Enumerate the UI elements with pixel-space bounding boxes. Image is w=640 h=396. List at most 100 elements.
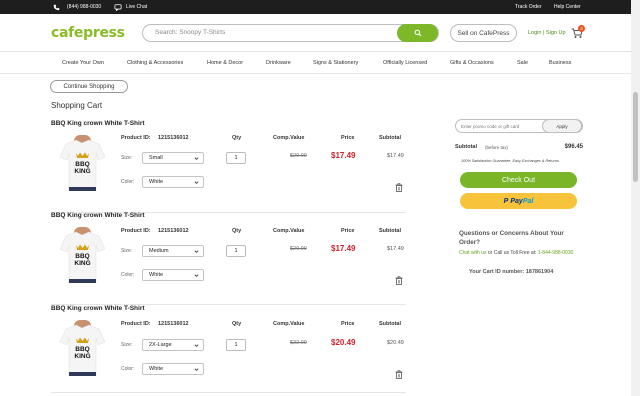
sell-on-cafepress-button[interactable]: Sell on CafePress: [450, 24, 517, 42]
item-title[interactable]: BBQ King crown White T-Shirt: [51, 212, 145, 219]
nav-item-business[interactable]: Business: [549, 60, 571, 66]
apply-button[interactable]: Apply: [542, 119, 582, 133]
svg-text:BBQ: BBQ: [75, 253, 89, 260]
comp-value-header: Comp.Value: [273, 228, 305, 234]
price-header: Price: [341, 228, 355, 234]
product-id-label: Product ID:: [121, 321, 151, 327]
chevron-down-icon: [194, 249, 199, 256]
toll-free-link[interactable]: 1-844-988-0030: [538, 250, 574, 256]
cart-item: BBQ King crown White T-Shirt BBQ KING Pr…: [51, 212, 406, 305]
nav-item-gifts-occasions[interactable]: Gifts & Occasions: [450, 60, 494, 66]
comp-value-header: Comp.Value: [273, 321, 305, 327]
search-button[interactable]: [397, 24, 438, 42]
color-label: Color:: [121, 179, 135, 185]
chevron-down-icon: [194, 180, 199, 187]
size-select[interactable]: Medium: [142, 245, 204, 257]
size-value: 2X-Large: [149, 342, 172, 348]
chat-with-us-link[interactable]: Chat with us: [459, 250, 487, 256]
size-select[interactable]: Small: [142, 152, 204, 164]
contact-text: Chat with us or Call us Toll Free at: 1-…: [459, 250, 579, 257]
product-image[interactable]: BBQ KING: [59, 320, 106, 377]
trash-icon[interactable]: [395, 179, 403, 197]
subtotal-value: $96.45: [564, 144, 583, 150]
phone-link[interactable]: (844) 988-0030: [53, 0, 101, 14]
track-order-link[interactable]: Track Order: [515, 0, 541, 14]
guarantee-note: 100% Satisfaction Guarantee. Easy Exchan…: [461, 159, 560, 163]
questions-heading: Questions or Concerns About Your Order?: [459, 230, 564, 247]
quantity-input[interactable]: 1: [226, 339, 246, 351]
size-value: Medium: [149, 248, 169, 254]
svg-text:BBQ: BBQ: [75, 346, 89, 353]
nav-item-home-decor[interactable]: Home & Decor: [207, 60, 243, 66]
search-input[interactable]: Search: Snoopy T-Shirts: [155, 29, 225, 36]
login-signup-link[interactable]: Login | Sign Up: [528, 30, 566, 36]
paypal-pay-text: Pay: [510, 197, 523, 205]
comp-value: $32.99: [290, 340, 307, 346]
product-id-label: Product ID:: [121, 135, 151, 141]
item-price: $20.49: [331, 338, 356, 347]
item-price: $17.49: [331, 244, 356, 253]
cart-count-badge: 3: [578, 25, 585, 32]
svg-text:BBQ: BBQ: [75, 161, 89, 168]
comp-value-header: Comp.Value: [273, 135, 305, 141]
item-subtotal: $17.49: [387, 246, 404, 252]
continue-shopping-button[interactable]: Continue Shopping: [50, 80, 128, 93]
live-chat-link[interactable]: Live Chat: [114, 0, 147, 14]
nav-item-officially-licensed[interactable]: Officially Licensed: [383, 60, 427, 66]
color-select[interactable]: White: [142, 269, 204, 281]
page-scrollbar[interactable]: [631, 0, 640, 396]
cart-item: BBQ King crown White T-Shirt BBQ KING Pr…: [51, 305, 406, 393]
trash-icon[interactable]: [395, 272, 403, 290]
paypal-button[interactable]: P Pay Pal: [460, 193, 577, 209]
nav-item-sale[interactable]: Sale: [517, 60, 528, 66]
color-value: White: [149, 272, 164, 278]
before-tax-note: (before tax): [485, 145, 509, 150]
call-text: or Call us Toll Free at:: [486, 250, 538, 256]
nav-item-clothing[interactable]: Clothing & Accessories: [127, 60, 183, 66]
phone-number: (844) 988-0030: [67, 4, 102, 10]
paypal-pal-text: Pal: [522, 197, 534, 205]
nav-item-signs-stationery[interactable]: Signs & Stationery: [313, 60, 358, 66]
search-bar: Search: Snoopy T-Shirts: [142, 24, 439, 42]
product-image[interactable]: BBQ KING: [59, 135, 106, 192]
product-id-value: 1215136012: [158, 321, 189, 327]
size-select[interactable]: 2X-Large: [142, 339, 204, 351]
main-nav: Create Your Own Clothing & Accessories H…: [0, 52, 640, 74]
item-title[interactable]: BBQ King crown White T-Shirt: [51, 120, 145, 127]
trash-icon[interactable]: [395, 366, 403, 384]
live-chat-label: Live Chat: [126, 4, 148, 10]
site-header: cafepress Search: Snoopy T-Shirts Sell o…: [0, 14, 640, 52]
product-id-value: 1215136012: [158, 135, 189, 141]
color-select[interactable]: White: [142, 363, 204, 375]
quantity-input[interactable]: 1: [226, 245, 246, 257]
chevron-down-icon: [194, 273, 199, 280]
product-id-label: Product ID:: [121, 228, 151, 234]
size-label: Size:: [121, 342, 133, 348]
cart-item: BBQ King crown White T-Shirt BBQ KING Pr…: [51, 120, 406, 213]
item-subtotal: $20.49: [387, 340, 404, 346]
color-select[interactable]: White: [142, 176, 204, 188]
help-center-link[interactable]: Help Center: [554, 0, 581, 14]
item-title[interactable]: BBQ King crown White T-Shirt: [51, 305, 145, 312]
nav-item-drinkware[interactable]: Drinkware: [266, 60, 291, 66]
svg-text:KING: KING: [74, 353, 90, 360]
color-label: Color:: [121, 366, 135, 372]
price-header: Price: [341, 135, 355, 141]
color-label: Color:: [121, 272, 135, 278]
logo[interactable]: cafepress: [51, 25, 125, 41]
size-label: Size:: [121, 248, 133, 254]
nav-item-create-your-own[interactable]: Create Your Own: [62, 60, 104, 66]
scrollbar-thumb[interactable]: [633, 92, 638, 182]
promo-code-input[interactable]: Enter promo code or gift card: [461, 124, 519, 129]
comp-value: $29.99: [290, 246, 307, 252]
chevron-down-icon: [194, 367, 199, 374]
checkout-button[interactable]: Check Out: [460, 172, 577, 188]
paypal-icon: P: [503, 197, 509, 205]
item-price: $17.49: [331, 151, 356, 160]
quantity-input[interactable]: 1: [226, 152, 246, 164]
qty-header: Qty: [232, 228, 242, 234]
product-image[interactable]: BBQ KING: [59, 227, 106, 284]
top-bar: (844) 988-0030 Live Chat Track Order Hel…: [0, 0, 640, 14]
subtotal-label: Subtotal: [455, 144, 477, 150]
page-title: Shopping Cart: [51, 101, 103, 110]
